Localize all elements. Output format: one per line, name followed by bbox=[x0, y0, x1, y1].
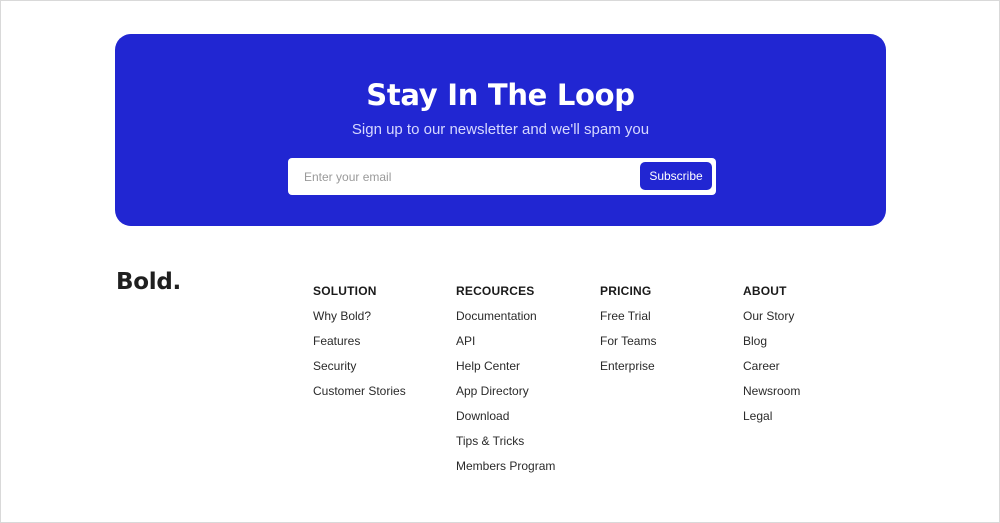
footer-link-download[interactable]: Download bbox=[456, 408, 596, 433]
footer-link-for-teams[interactable]: For Teams bbox=[600, 333, 740, 358]
footer-link-our-story[interactable]: Our Story bbox=[743, 308, 883, 333]
footer-column-resources: RECOURCES Documentation API Help Center … bbox=[456, 283, 596, 483]
email-input[interactable] bbox=[298, 162, 630, 191]
footer-link-api[interactable]: API bbox=[456, 333, 596, 358]
brand-logo[interactable]: Bold. bbox=[116, 269, 181, 295]
newsletter-subtitle: Sign up to our newsletter and we'll spam… bbox=[351, 121, 650, 138]
footer-column-pricing: PRICING Free Trial For Teams Enterprise bbox=[600, 283, 740, 383]
footer-link-members-program[interactable]: Members Program bbox=[456, 458, 596, 483]
footer-heading-solution: SOLUTION bbox=[313, 284, 377, 298]
footer-link-help-center[interactable]: Help Center bbox=[456, 358, 596, 383]
footer-link-legal[interactable]: Legal bbox=[743, 408, 883, 433]
footer-link-career[interactable]: Career bbox=[743, 358, 883, 383]
newsletter-title: Stay In The Loop bbox=[366, 78, 635, 112]
footer-link-enterprise[interactable]: Enterprise bbox=[600, 358, 740, 383]
newsletter-banner: Stay In The Loop Sign up to our newslett… bbox=[115, 34, 886, 226]
footer-heading-about: ABOUT bbox=[743, 284, 787, 298]
footer-link-security[interactable]: Security bbox=[313, 358, 453, 383]
footer-heading-pricing: PRICING bbox=[600, 284, 652, 298]
footer-link-features[interactable]: Features bbox=[313, 333, 453, 358]
footer-link-blog[interactable]: Blog bbox=[743, 333, 883, 358]
footer-link-customer-stories[interactable]: Customer Stories bbox=[313, 383, 453, 408]
footer-link-why-bold[interactable]: Why Bold? bbox=[313, 308, 453, 333]
footer-link-newsroom[interactable]: Newsroom bbox=[743, 383, 883, 408]
footer-link-free-trial[interactable]: Free Trial bbox=[600, 308, 740, 333]
subscribe-form: Subscribe bbox=[288, 158, 716, 195]
footer-column-solution: SOLUTION Why Bold? Features Security Cus… bbox=[313, 283, 453, 408]
subscribe-button[interactable]: Subscribe bbox=[640, 162, 712, 190]
footer-link-documentation[interactable]: Documentation bbox=[456, 308, 596, 333]
footer-heading-resources: RECOURCES bbox=[456, 284, 535, 298]
footer-link-app-directory[interactable]: App Directory bbox=[456, 383, 596, 408]
footer-link-tips-tricks[interactable]: Tips & Tricks bbox=[456, 433, 596, 458]
footer-column-about: ABOUT Our Story Blog Career Newsroom Leg… bbox=[743, 283, 883, 433]
